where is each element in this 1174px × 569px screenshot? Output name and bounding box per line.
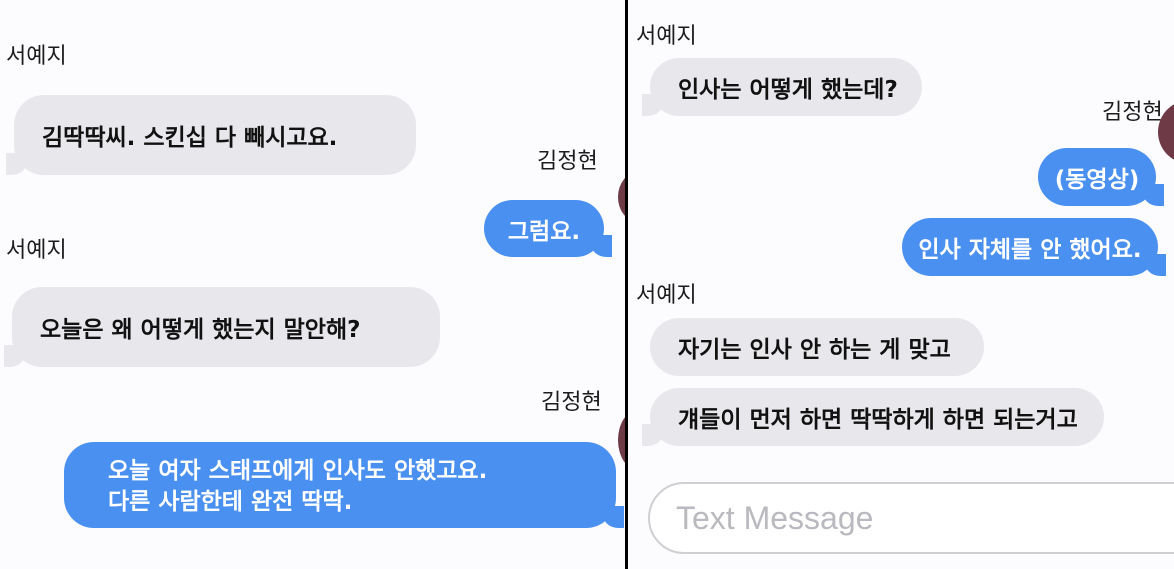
message-text-line: 다른 사람한테 완전 딱딱. xyxy=(108,489,353,515)
message-composer[interactable] xyxy=(648,482,1174,554)
contact-avatar[interactable] xyxy=(618,172,625,222)
outgoing-message-bubble[interactable]: 오늘 여자 스태프에게 인사도 안했고요. 다른 사람한테 완전 딱딱. xyxy=(64,442,624,528)
sender-name: 김정현 xyxy=(541,390,602,415)
message-text: 자기는 인사 안 하는 게 맞고 xyxy=(678,337,951,363)
incoming-message-bubble[interactable]: 인사는 어떻게 했는데? xyxy=(642,58,922,116)
outgoing-message-bubble[interactable]: (동영상) xyxy=(1038,148,1164,206)
sender-name: 서예지 xyxy=(636,24,697,49)
sender-name: 서예지 xyxy=(6,44,67,69)
message-text: 걔들이 먼저 하면 딱딱하게 하면 되는거고 xyxy=(678,407,1078,433)
message-text: 김딱딱씨. 스킨십 다 빼시고요. xyxy=(42,125,338,151)
sender-name: 김정현 xyxy=(1102,100,1163,125)
message-text: (동영상) xyxy=(1054,167,1140,193)
message-text-line: 오늘 여자 스태프에게 인사도 안했고요. xyxy=(108,458,488,484)
incoming-message-bubble[interactable]: 자기는 인사 안 하는 게 맞고 xyxy=(650,318,984,376)
incoming-message-bubble[interactable]: 걔들이 먼저 하면 딱딱하게 하면 되는거고 xyxy=(642,388,1104,446)
contact-avatar[interactable] xyxy=(618,410,625,470)
message-text: 그럼요. xyxy=(507,218,581,245)
incoming-message-bubble[interactable]: 오늘은 왜 어떻게 했는지 말안해? xyxy=(4,287,440,367)
outgoing-message-bubble[interactable]: 인사 자체를 안 했어요. xyxy=(902,218,1166,276)
sender-name: 서예지 xyxy=(6,238,67,263)
incoming-message-bubble[interactable]: 김딱딱씨. 스킨십 다 빼시고요. xyxy=(6,95,416,175)
right-conversation-panel: 서예지 인사는 어떻게 했는데? 김정현 (동영상) 인사 자체를 안 했어요.… xyxy=(628,0,1174,569)
text-message-input[interactable] xyxy=(674,498,1174,538)
sender-name: 김정현 xyxy=(537,149,598,174)
sender-name: 서예지 xyxy=(636,283,697,308)
message-text: 오늘은 왜 어떻게 했는지 말안해? xyxy=(40,317,361,343)
message-text: 인사 자체를 안 했어요. xyxy=(918,237,1142,263)
left-conversation-panel: 서예지 김딱딱씨. 스킨십 다 빼시고요. 김정현 그럼요. 서예지 오늘은 왜… xyxy=(0,0,625,569)
message-text: 인사는 어떻게 했는데? xyxy=(678,77,898,103)
outgoing-message-bubble[interactable]: 그럼요. xyxy=(484,200,612,257)
